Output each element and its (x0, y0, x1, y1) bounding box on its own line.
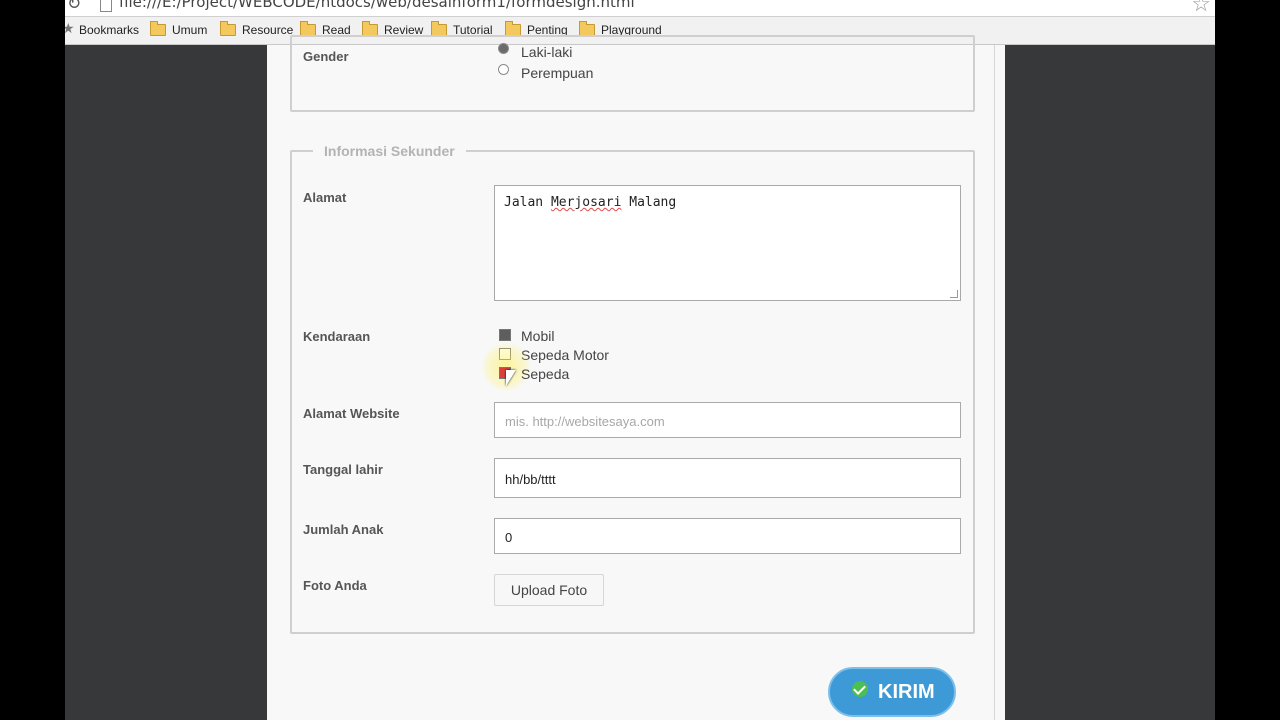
bookmark-folder-label: Resource (242, 23, 294, 37)
form-container: Gender Laki-laki Perempuan Informasi Sek… (267, 35, 1005, 720)
alamat-value: Jalan Merjosari Malang (504, 195, 677, 210)
bookmark-folder-umum[interactable]: Umum (150, 21, 208, 37)
reload-icon[interactable]: ↻ (67, 0, 81, 14)
kirim-button[interactable]: KIRIM (828, 667, 956, 717)
folder-icon (220, 21, 236, 36)
folder-icon (150, 21, 166, 36)
kendaraan-label: Kendaraan (303, 329, 371, 344)
jumlah-anak-input[interactable]: 0 (494, 518, 961, 554)
radio-perempuan[interactable] (498, 64, 509, 75)
bookmarks-label[interactable]: Bookmarks (79, 23, 139, 37)
alamat-textarea[interactable]: Jalan Merjosari Malang (494, 185, 961, 301)
address-bar[interactable]: ↻ file:///E:/Project/WEBCODE/htdocs/web/… (65, 0, 1215, 17)
radio-label-perempuan: Perempuan (521, 65, 594, 81)
website-label: Alamat Website (303, 406, 400, 421)
alamat-label: Alamat (303, 190, 347, 205)
browser-window: ↻ file:///E:/Project/WEBCODE/htdocs/web/… (65, 0, 1215, 720)
fieldset-legend: Informasi Sekunder (313, 143, 466, 159)
checkbox-mobil[interactable] (499, 329, 511, 341)
radio-label-laki-laki: Laki-laki (521, 44, 573, 60)
bookmark-folder-resource[interactable]: Resource (220, 21, 294, 37)
bookmark-star-icon[interactable]: ☆ (1191, 0, 1211, 17)
star-icon: ★ (65, 20, 75, 36)
website-input[interactable]: mis. http://websitesaya.com (494, 402, 961, 438)
primary-fieldset: Gender Laki-laki Perempuan (290, 35, 975, 112)
url-text[interactable]: file:///E:/Project/WEBCODE/htdocs/web/de… (119, 0, 635, 11)
tanggal-input[interactable]: hh/bb/tttt (494, 458, 961, 498)
check-circle-icon (852, 681, 868, 697)
checkbox-label-sepeda-motor: Sepeda Motor (521, 347, 609, 363)
upload-foto-button[interactable]: Upload Foto (494, 574, 604, 606)
foto-label: Foto Anda (303, 578, 367, 593)
jumlah-anak-value: 0 (505, 530, 513, 545)
mouse-cursor-icon (506, 370, 516, 386)
resize-handle-icon[interactable] (950, 290, 958, 298)
tanggal-label: Tanggal lahir (303, 462, 383, 477)
tanggal-value: hh/bb/tttt (505, 472, 556, 487)
checkbox-label-sepeda: Sepeda (521, 366, 570, 382)
website-placeholder: mis. http://websitesaya.com (505, 414, 665, 429)
secondary-fieldset: Informasi Sekunder Alamat Jalan Merjosar… (290, 143, 975, 634)
page-icon (100, 0, 112, 12)
checkbox-label-mobil: Mobil (521, 328, 555, 344)
kirim-label: KIRIM (878, 681, 935, 703)
radio-laki-laki[interactable] (498, 43, 509, 54)
container-border (994, 45, 995, 720)
jumlah-anak-label: Jumlah Anak (303, 522, 384, 537)
gender-label: Gender (303, 49, 349, 64)
bookmark-folder-label: Umum (172, 23, 208, 37)
